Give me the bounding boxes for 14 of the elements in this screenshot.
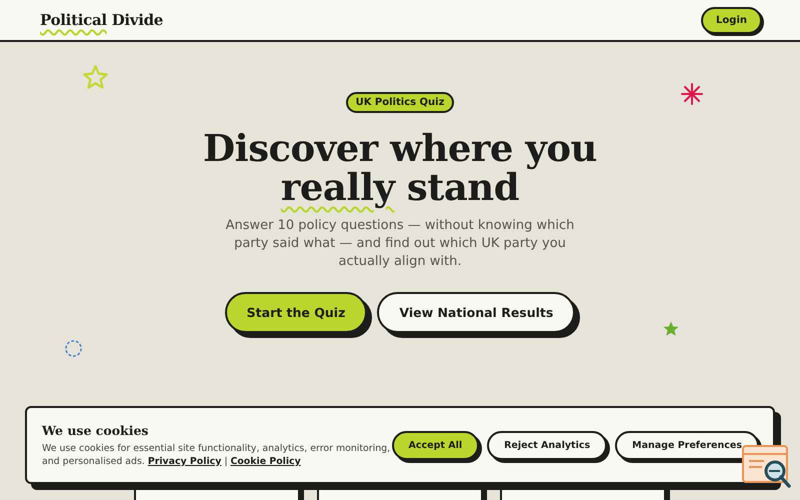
cookie-policy-link[interactable]: Cookie Policy (230, 456, 301, 466)
cookie-title: We use cookies (42, 422, 150, 438)
category-badge: UK Politics Quiz (346, 92, 454, 113)
logo[interactable]: Political Divide (40, 11, 164, 29)
star-icon (662, 320, 680, 338)
dashed-circle-icon (64, 339, 83, 358)
hero-subtitle: Answer 10 policy questions — without knowing which party said what — and find out which UK party you actually align with. (224, 217, 576, 271)
star-outline-icon (82, 64, 109, 91)
login-button[interactable]: Login (701, 6, 762, 34)
page-search-icon[interactable] (742, 445, 792, 489)
cookie-text: We use cookies for essential site functionality, analytics, error monitoring, and personalised ads. Privacy Policy | Cookie Policy (42, 442, 392, 468)
privacy-policy-link[interactable]: Privacy Policy (148, 456, 222, 466)
asterisk-icon (681, 83, 703, 105)
hero-heading: Discover where you really stand (203, 129, 597, 207)
